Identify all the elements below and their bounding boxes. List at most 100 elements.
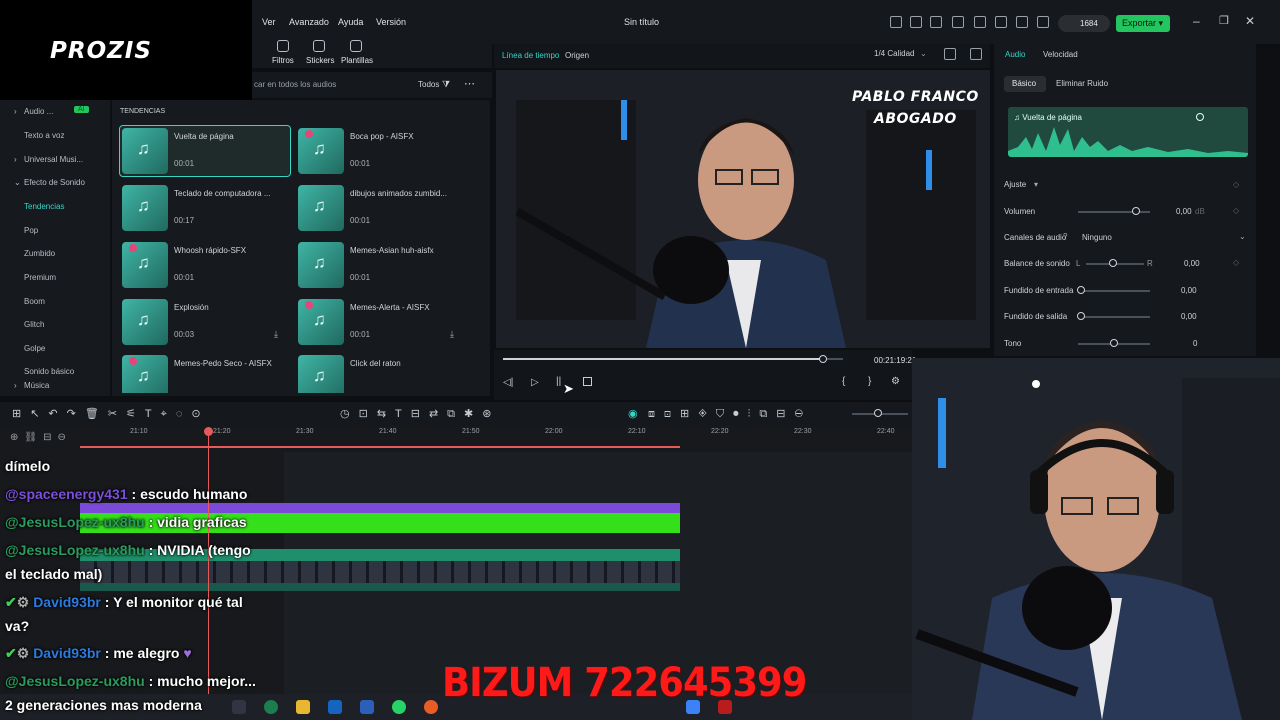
send-icon[interactable] <box>910 16 922 28</box>
purple-clip[interactable] <box>80 503 680 513</box>
progress-track[interactable] <box>503 358 843 360</box>
list-icon[interactable] <box>930 16 942 28</box>
keyframe-icon[interactable]: ◇ <box>1233 180 1239 189</box>
audio-card[interactable]: Vuelta de página 00:01 <box>119 125 291 177</box>
audio-card[interactable]: Memes-Asian huh-aisfx 00:01 <box>296 240 466 290</box>
menu-version[interactable]: Versión <box>376 17 406 27</box>
sidebar-item-zumbido[interactable]: Zumbido <box>24 249 55 258</box>
tab-timeline[interactable]: Línea de tiempo <box>502 51 559 60</box>
sidebar-item-pop[interactable]: Pop <box>24 226 38 235</box>
grid-icon[interactable] <box>1037 16 1049 28</box>
chevron-down-icon[interactable]: ⌄ <box>920 49 927 58</box>
expand-icon[interactable]: › <box>14 107 17 116</box>
outlook-icon[interactable] <box>328 700 342 714</box>
download-icon[interactable]: ⤓ <box>450 329 454 340</box>
taskview-icon[interactable] <box>232 700 246 714</box>
fade-out-slider[interactable] <box>1078 316 1150 318</box>
track-header-icons[interactable]: ⊕⛓⊟⊖ <box>10 432 72 443</box>
audio-card[interactable]: dibujos animados zumbid... 00:01 <box>296 183 466 233</box>
sidebar-item-efecto-sonido[interactable]: Efecto de Sonido <box>24 178 85 187</box>
audio-card[interactable]: Whoosh rápido-SFX 00:01 <box>120 240 290 290</box>
stop-icon[interactable] <box>583 377 592 386</box>
mark-in-icon[interactable]: { <box>842 376 845 387</box>
search-input[interactable]: car en todos los audios <box>254 80 336 89</box>
balance-value[interactable]: 0,00 <box>1184 259 1200 268</box>
quality-select[interactable]: 1/4 Calidad <box>874 49 914 58</box>
volume-value[interactable]: 0,00 <box>1176 207 1192 216</box>
save-icon[interactable] <box>952 16 964 28</box>
audio-card[interactable]: Click del raton <box>296 353 466 393</box>
sidebar-item-golpe[interactable]: Golpe <box>24 344 45 353</box>
canales-select[interactable]: Ninguno <box>1082 233 1112 242</box>
video-clip-thumbnails[interactable] <box>80 561 680 583</box>
subtab-basico[interactable]: Básico <box>1012 79 1036 88</box>
restore-icon[interactable]: ❐ <box>1219 14 1229 27</box>
volume-knob[interactable] <box>1132 207 1140 215</box>
playhead[interactable] <box>208 430 209 700</box>
menu-ver[interactable]: Ver <box>262 17 276 27</box>
chevron-down-icon[interactable]: ⌄ <box>1239 232 1246 241</box>
firefox-icon[interactable] <box>424 700 438 714</box>
fade-in-knob[interactable] <box>1077 286 1085 294</box>
image-icon[interactable] <box>974 16 986 28</box>
filter-dropdown[interactable]: Todos <box>418 80 439 89</box>
progress-knob[interactable] <box>818 355 827 363</box>
collapse-icon[interactable]: ⌄ <box>14 178 21 187</box>
minimize-icon[interactable]: – <box>1193 14 1200 28</box>
prev-frame-icon[interactable]: ◁| <box>503 377 513 388</box>
audio-waveform-clip[interactable] <box>80 583 680 591</box>
ai-icon[interactable]: ◉ <box>628 407 638 420</box>
settings-icon[interactable]: ⚙ <box>891 376 900 387</box>
export-button[interactable]: Exportar ▾ <box>1116 15 1170 32</box>
tab-filtros[interactable]: Filtros <box>272 56 294 65</box>
expand-icon[interactable]: › <box>14 155 17 164</box>
sidebar-item-universal-music[interactable]: Universal Musi... <box>24 155 83 164</box>
mark-out-icon[interactable]: } <box>868 376 871 387</box>
tab-audio[interactable]: Audio <box>1005 50 1025 59</box>
fade-in-slider[interactable] <box>1078 290 1150 292</box>
pause-icon[interactable]: || <box>556 376 561 387</box>
menu-avanzado[interactable]: Avanzado <box>289 17 329 27</box>
keyframe-icon[interactable]: ◇ <box>1233 206 1239 215</box>
balance-knob[interactable] <box>1109 259 1117 267</box>
folder-icon[interactable] <box>296 700 310 714</box>
sidebar-item-glitch[interactable]: Glitch <box>24 320 44 329</box>
credits-badge[interactable]: 1684 <box>1058 15 1110 32</box>
cloud-icon[interactable] <box>995 16 1007 28</box>
tab-origen[interactable]: Origen <box>565 51 589 60</box>
playhead-handle[interactable] <box>204 427 213 436</box>
pitch-knob[interactable] <box>1110 339 1118 347</box>
sidebar-item-sonido-basico[interactable]: Sonido básico <box>24 367 74 376</box>
sidebar-item-boom[interactable]: Boom <box>24 297 45 306</box>
tab-velocidad[interactable]: Velocidad <box>1043 50 1078 59</box>
timeline-tools-2[interactable]: ◷⊡⇆T⊟⇄⧉✱⊛ <box>340 407 500 421</box>
sidebar-item-tendencias[interactable]: Tendencias <box>24 202 64 211</box>
keyframe-icon[interactable]: ◇ <box>1233 258 1239 267</box>
audio-card[interactable]: Explosión 00:03 ⤓ <box>120 297 290 347</box>
fade-in-value[interactable]: 0,00 <box>1181 286 1197 295</box>
word-icon[interactable] <box>360 700 374 714</box>
pitch-value[interactable]: 0 <box>1193 339 1197 348</box>
audio-card[interactable]: Memes-Alerta - AISFX 00:01 ⤓ <box>296 297 466 347</box>
chevron-down-icon[interactable]: ▾ <box>1034 180 1038 189</box>
filter-icon[interactable]: ⧩ <box>442 79 450 90</box>
audio-card[interactable]: Teclado de computadora ... 00:17 <box>120 183 290 233</box>
gift-icon[interactable] <box>890 16 902 28</box>
waveform-clip[interactable]: ♫ Vuelta de página <box>1008 107 1248 157</box>
expand-icon[interactable]: › <box>14 381 17 390</box>
headset-icon[interactable] <box>1016 16 1028 28</box>
play-icon[interactable]: ▷ <box>531 377 539 388</box>
edge-icon[interactable] <box>264 700 278 714</box>
audio-card[interactable]: Memes-Pedo Seco - AISFX <box>120 353 290 393</box>
sidebar-item-audio[interactable]: Audio ... <box>24 107 53 116</box>
download-icon[interactable]: ⤓ <box>274 329 278 340</box>
subtab-eliminar-ruido[interactable]: Eliminar Ruido <box>1056 79 1108 88</box>
timeline-tools[interactable]: ⊞↖↶↷🗑✂⚟T⌖◌⊙ <box>12 407 210 421</box>
tab-plantillas[interactable]: Plantillas <box>341 56 373 65</box>
clip-volume-knob[interactable] <box>1196 113 1204 121</box>
more-icon[interactable]: ⋯ <box>464 77 475 90</box>
compare-icon[interactable] <box>944 48 956 60</box>
close-icon[interactable]: ✕ <box>1245 14 1255 28</box>
whatsapp-icon[interactable] <box>392 700 406 714</box>
section-ajuste[interactable]: Ajuste <box>1004 180 1026 189</box>
